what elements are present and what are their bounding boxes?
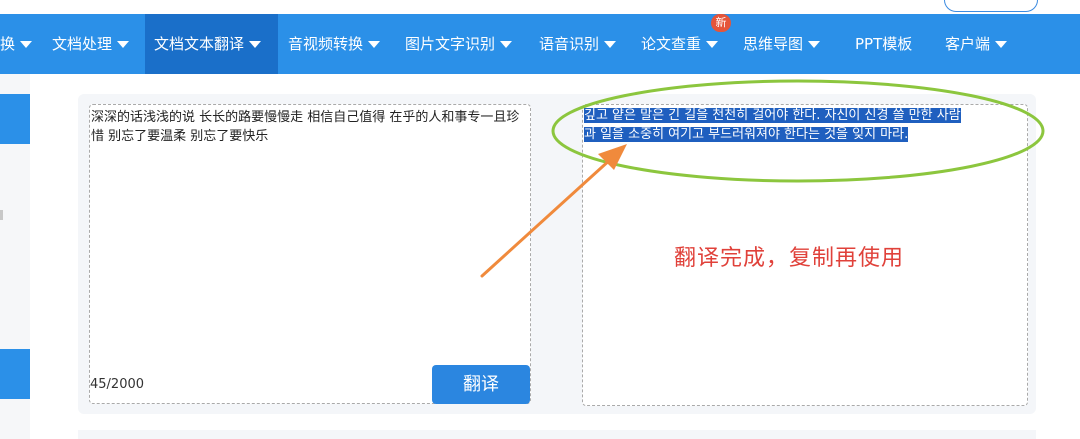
chevron-down-icon — [117, 41, 130, 48]
chevron-down-icon — [249, 41, 262, 48]
nav-item-mind-map[interactable]: 思维导图 — [743, 14, 831, 74]
nav-item-label: 思维导图 — [743, 35, 804, 53]
nav-item-convert[interactable]: 换 — [0, 14, 40, 74]
chevron-down-icon — [20, 41, 33, 48]
nav-item-ocr[interactable]: 图片文字识别 — [405, 14, 525, 74]
sidebar-item-active-bottom[interactable] — [0, 349, 30, 399]
chevron-down-icon — [706, 41, 719, 48]
nav-item-label: 文档文本翻译 — [154, 35, 245, 53]
sidebar — [0, 74, 30, 439]
page: 换 文档处理 文档文本翻译 音视频转换 图片文字识别 语音识别 论文查重 思维导… — [0, 0, 1080, 439]
nav-item-label: 语音识别 — [539, 35, 600, 53]
nav-item-label: PPT模板 — [855, 35, 913, 53]
translate-button[interactable]: 翻译 — [432, 365, 530, 404]
new-badge: 新 — [711, 14, 731, 32]
top-right-button[interactable] — [944, 0, 1038, 12]
top-strip — [0, 0, 1080, 14]
nav-item-label: 换 — [0, 35, 16, 53]
target-text[interactable]: 깊고 얕은 말은 긴 길을 천천히 걸어야 한다. 자신이 신경 쓸 만한 사람… — [584, 106, 1020, 144]
target-text-line1: 깊고 얕은 말은 긴 길을 천천히 걸어야 한다. 자신이 신경 쓸 만한 사람 — [584, 108, 961, 123]
chevron-down-icon — [368, 41, 381, 48]
nav-item-label: 客户端 — [945, 35, 991, 53]
nav-item-client[interactable]: 客户端 — [945, 14, 1020, 74]
nav-item-speech-recognition[interactable]: 语音识别 — [539, 14, 627, 74]
footer-strip — [78, 430, 1036, 439]
chevron-down-icon — [604, 41, 617, 48]
chevron-down-icon — [995, 41, 1008, 48]
sidebar-divider — [0, 210, 3, 220]
nav-item-label: 音视频转换 — [288, 35, 364, 53]
nav-item-ppt-templates[interactable]: PPT模板 — [855, 14, 925, 74]
nav-item-doc-processing[interactable]: 文档处理 — [52, 14, 147, 74]
nav-item-doc-translation[interactable]: 文档文本翻译 — [145, 14, 278, 74]
target-text-line2: 과 일을 소중히 여기고 부드러워져야 한다는 것을 잊지 마라. — [584, 127, 909, 142]
annotation-text: 翻译完成，复制再使用 — [674, 246, 905, 271]
source-text: 深深的话浅浅的说 长长的路要慢慢走 相信自己值得 在乎的人和事专一且珍惜 别忘了… — [91, 110, 520, 144]
sidebar-item-active-top[interactable] — [0, 94, 30, 144]
nav-item-label: 图片文字识别 — [405, 35, 496, 53]
top-nav: 换 文档处理 文档文本翻译 音视频转换 图片文字识别 语音识别 论文查重 思维导… — [0, 14, 1080, 74]
nav-item-av-convert[interactable]: 音视频转换 — [288, 14, 398, 74]
source-textarea[interactable] — [89, 104, 531, 404]
char-counter: 45/2000 — [90, 377, 145, 392]
chevron-down-icon — [808, 41, 821, 48]
nav-item-label: 论文查重 — [641, 35, 702, 53]
chevron-down-icon — [500, 41, 513, 48]
nav-item-label: 文档处理 — [52, 35, 113, 53]
